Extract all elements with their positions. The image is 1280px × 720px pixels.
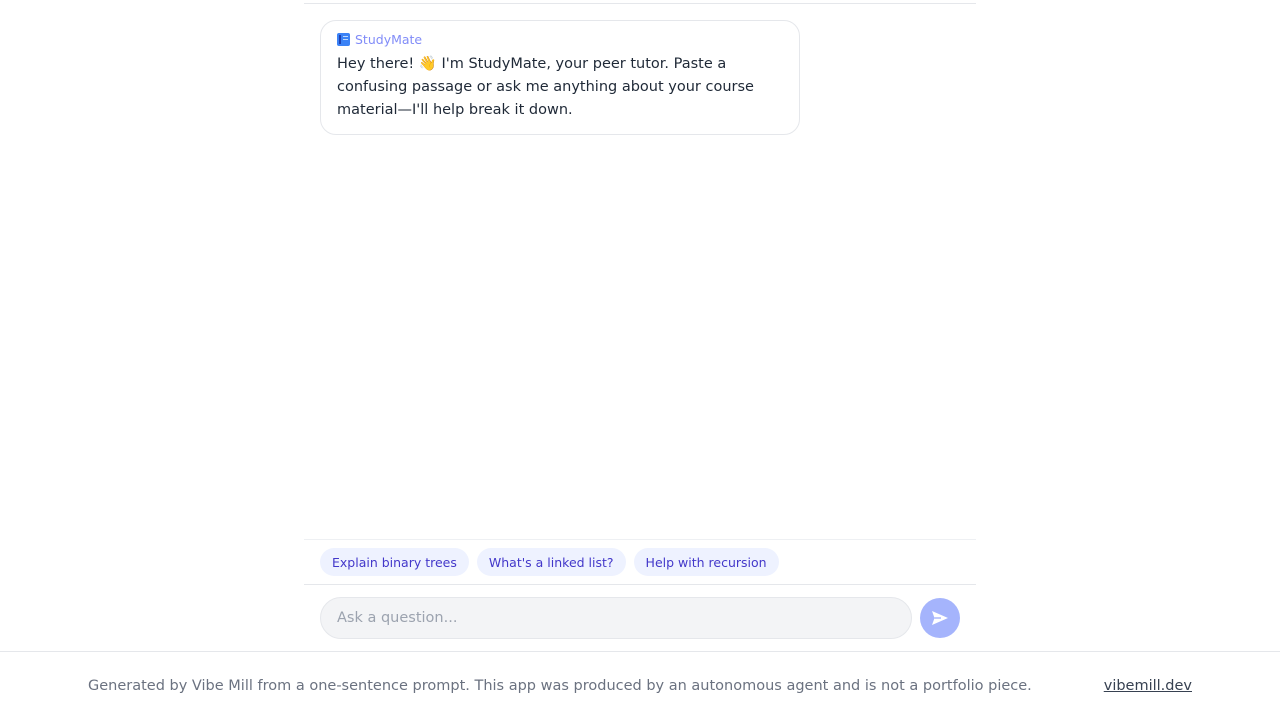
- chat-app: StudyMate Hey there! 👋 I'm StudyMate, yo…: [304, 0, 976, 652]
- footer-note: Generated by Vibe Mill from a one-senten…: [88, 678, 1032, 694]
- send-button[interactable]: [920, 598, 960, 638]
- suggestion-chip-binary-trees[interactable]: Explain binary trees: [320, 548, 469, 576]
- question-input[interactable]: [320, 597, 912, 639]
- suggestion-chip-recursion[interactable]: Help with recursion: [633, 548, 779, 576]
- composer: [304, 585, 976, 652]
- assistant-message: StudyMate Hey there! 👋 I'm StudyMate, yo…: [320, 20, 800, 135]
- message-text: Hey there! 👋 I'm StudyMate, your peer tu…: [337, 56, 754, 118]
- sender-name: StudyMate: [355, 31, 423, 47]
- book-icon: [337, 32, 350, 46]
- message-list: StudyMate Hey there! 👋 I'm StudyMate, yo…: [304, 4, 976, 539]
- footer: Generated by Vibe Mill from a one-senten…: [0, 651, 1280, 720]
- send-icon: [932, 611, 948, 625]
- suggestion-chip-linked-list[interactable]: What's a linked list?: [476, 548, 626, 576]
- message-sender: StudyMate: [337, 31, 783, 47]
- footer-link[interactable]: vibemill.dev: [1104, 678, 1192, 694]
- suggestion-chips: Explain binary trees What's a linked lis…: [304, 539, 976, 585]
